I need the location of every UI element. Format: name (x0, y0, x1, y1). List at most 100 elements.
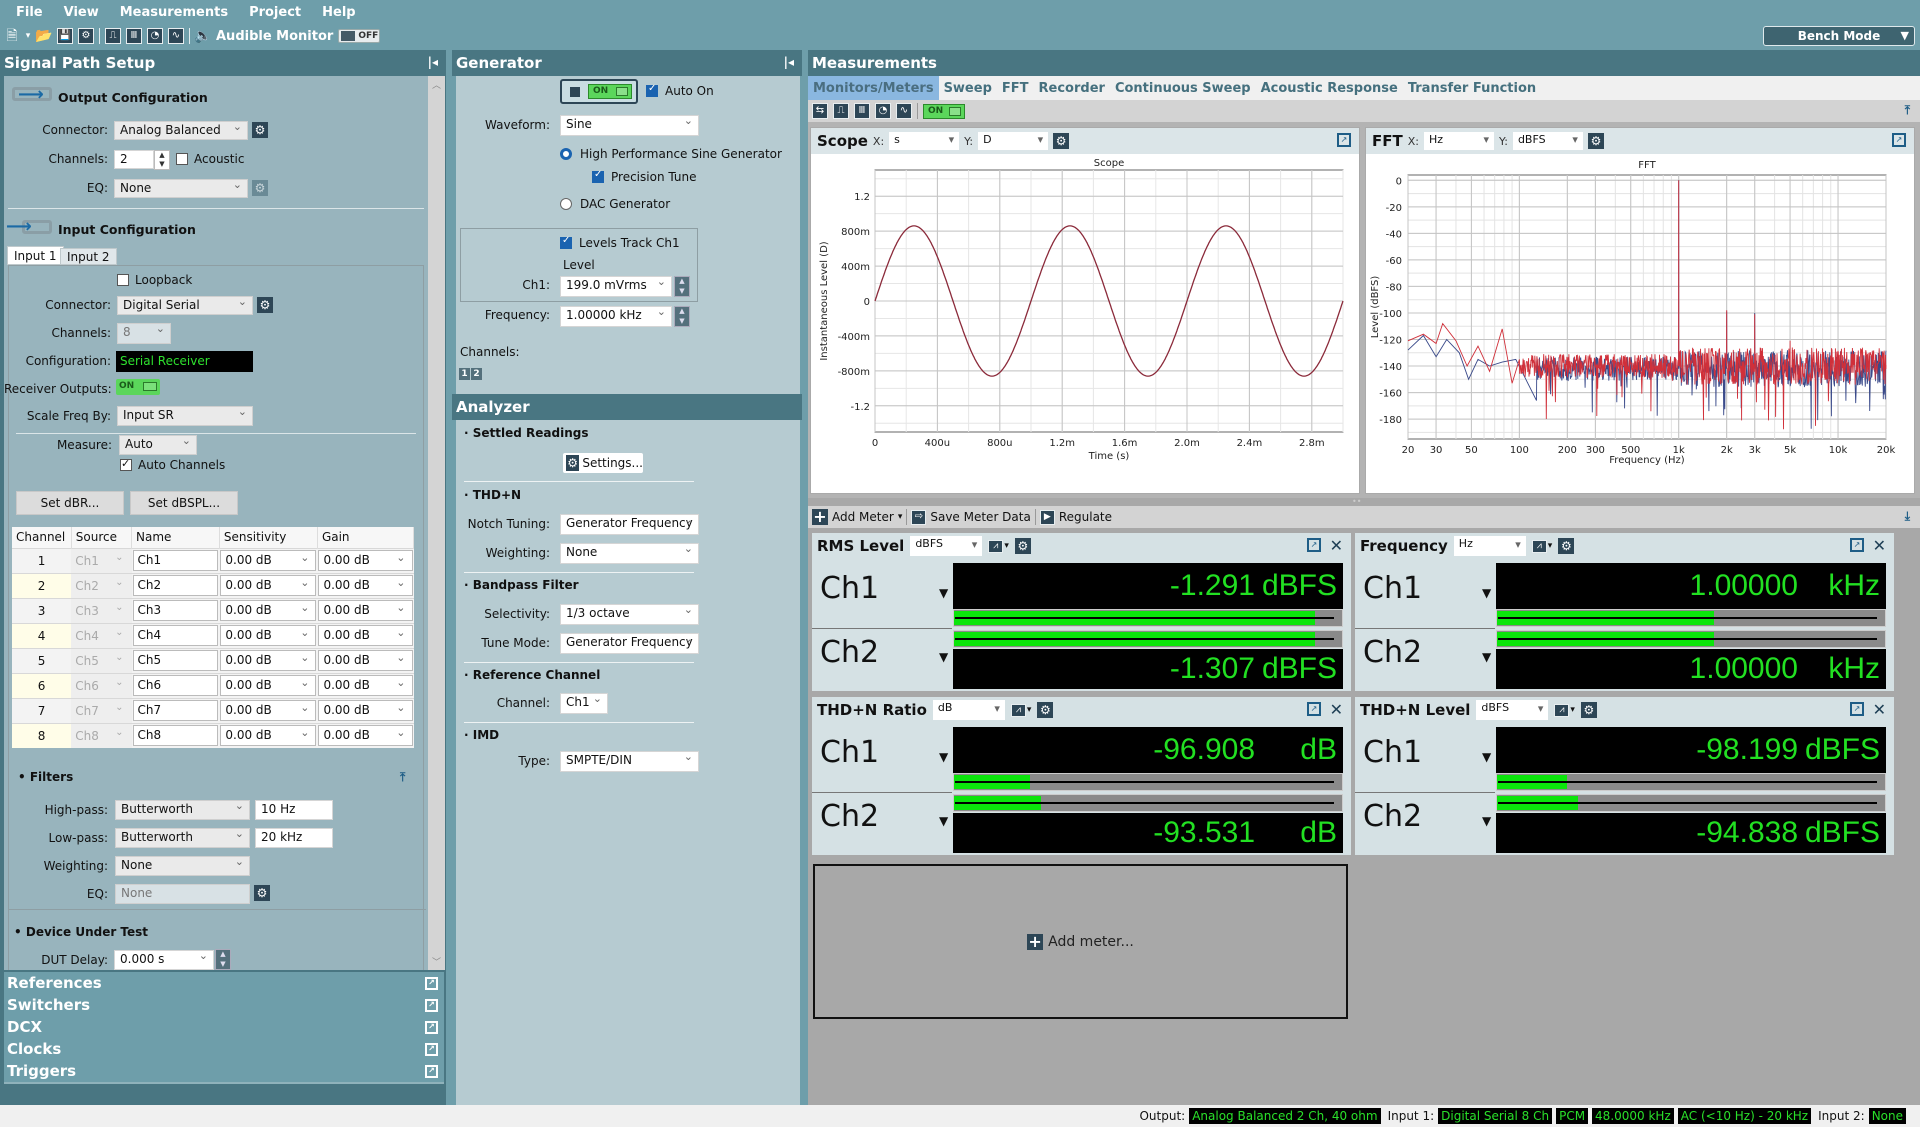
section-triggers[interactable]: Triggers ↗ (4, 1060, 444, 1084)
tab-recorder[interactable]: Recorder (1034, 76, 1110, 100)
new-project-icon[interactable]: 🗎 (4, 28, 20, 44)
meter-unit-select[interactable]: Hz (1453, 536, 1526, 556)
channel-name-input[interactable]: Ch7 (132, 700, 219, 721)
channel-name-input[interactable]: Ch3 (132, 600, 219, 621)
section-references[interactable]: References ↗ (4, 972, 444, 996)
scope-waveform-icon[interactable]: ⎍ (105, 28, 121, 44)
popout-icon[interactable]: ↗ (425, 977, 438, 990)
popout-icon[interactable]: ↗ (425, 1021, 438, 1034)
tab-fft[interactable]: FFT (997, 76, 1034, 100)
output-eq-gear-icon[interactable]: ⚙ (252, 180, 268, 196)
channel-name-input[interactable]: Ch4 (132, 625, 219, 646)
splitter-handle[interactable]: •• (1352, 498, 1372, 506)
generator-power-button[interactable]: ON (560, 79, 638, 104)
scope-popout-icon[interactable]: ↗ (1337, 133, 1351, 147)
output-channels-stepper[interactable]: ▲ ▼ (154, 150, 170, 170)
input-connector-select[interactable]: Digital Serial (117, 296, 253, 315)
measure-select[interactable]: Auto (119, 435, 197, 455)
meter-popout-icon[interactable]: ↗ (1850, 538, 1864, 552)
channel-gain-select[interactable]: 0.00 dB (318, 650, 413, 671)
meter-popout-icon[interactable]: ↗ (1850, 702, 1864, 716)
dut-delay-input[interactable]: 0.000 s (114, 950, 214, 970)
open-project-icon[interactable]: 📂 (35, 28, 52, 44)
regulate-button[interactable]: Regulate (1059, 510, 1112, 524)
chevron-down-icon[interactable]: ▾ (1548, 541, 1553, 551)
weighting-select[interactable]: None (115, 856, 250, 876)
channel-sensitivity-select[interactable]: 0.00 dB (220, 575, 317, 596)
channel-gain-select[interactable]: 0.00 dB (318, 575, 413, 596)
selectivity-select[interactable]: 1/3 octave (560, 604, 699, 625)
signal-path-scrollbar[interactable]: ︿ ﹀ (428, 76, 445, 970)
status-output-value[interactable]: Analog Balanced 2 Ch, 40 ohm (1189, 1108, 1381, 1124)
channel-name-input[interactable]: Ch2 (132, 575, 219, 596)
channel-sensitivity-select[interactable]: 0.00 dB (220, 650, 317, 671)
meter-unit-select[interactable]: dBFS (910, 536, 983, 556)
hp-sine-radio[interactable] (560, 148, 572, 160)
fft-chart[interactable]: 20 30 50 100 200 300 500 1k 2k 3k 5k 10k 20k0-20-40-… (1366, 156, 1914, 493)
scope-y-unit-select[interactable]: D (978, 132, 1049, 150)
chevron-down-icon[interactable]: ▾ (898, 512, 903, 522)
precision-tune-checkbox[interactable] (592, 169, 604, 183)
generator-on-toggle[interactable]: ON (588, 84, 632, 99)
tab-input-2[interactable]: Input 2 (60, 248, 117, 265)
loopback-checkbox[interactable] (117, 274, 129, 286)
auto-channels-checkbox[interactable] (120, 457, 132, 471)
channel-sensitivity-select[interactable]: 0.00 dB (220, 600, 317, 621)
channel-name-input[interactable]: Ch1 (132, 550, 219, 571)
lowpass-freq-input[interactable]: 20 kHz (255, 828, 333, 848)
highpass-freq-input[interactable]: 10 Hz (255, 800, 333, 820)
scope-chart[interactable]: 0 400u 800u 1.2m 1.6m 2.0m 2.4m 2.8m 1.2 800m 400m… (811, 156, 1359, 493)
menu-file[interactable]: File (16, 5, 43, 20)
set-dbr-button[interactable]: Set dBR... (16, 491, 124, 515)
section-switchers[interactable]: Switchers ↗ (4, 994, 444, 1018)
dac-generator-radio[interactable] (560, 198, 572, 210)
scope-waveform-icon[interactable]: ⎍ (833, 103, 849, 119)
mode-selector[interactable]: Bench Mode ▼ (1763, 26, 1915, 46)
monitor-on-toggle[interactable]: ON (923, 103, 965, 119)
save-project-icon[interactable]: 💾 (57, 28, 73, 44)
channel-sensitivity-select[interactable]: 0.00 dB (220, 625, 317, 646)
ch1-level-stepper[interactable]: ▲ ▼ (674, 276, 690, 297)
frequency-input[interactable]: 1.00000 kHz (560, 306, 672, 327)
fft-settings-gear-icon[interactable]: ⚙ (1587, 133, 1604, 149)
channel-name-input[interactable]: Ch8 (132, 725, 219, 747)
meter-settings-gear-icon[interactable]: ⚙ (1580, 702, 1597, 718)
waveform-select[interactable]: Sine (560, 115, 699, 136)
acoustic-checkbox[interactable] (176, 153, 188, 165)
channel-name-input[interactable]: Ch5 (132, 650, 219, 671)
chevron-down-icon[interactable]: ▾ (1027, 705, 1032, 715)
ref-channel-select[interactable]: Ch1 (560, 693, 608, 714)
meter-settings-gear-icon[interactable]: ⚙ (1558, 538, 1575, 554)
clock-icon[interactable]: ◔ (875, 103, 891, 119)
swap-icon[interactable]: ⇆ (812, 103, 828, 119)
dut-delay-stepper[interactable]: ▲ ▼ (215, 949, 231, 970)
chevron-down-icon[interactable]: ▾ (1004, 541, 1009, 551)
section-dcx[interactable]: DCX ↗ (4, 1016, 444, 1040)
tab-transfer-function[interactable]: Transfer Function (1403, 76, 1541, 100)
channel-menu-icon[interactable]: ▼ (939, 814, 948, 828)
channel-gain-select[interactable]: 0.00 dB (318, 675, 413, 696)
collapse-section-icon[interactable]: ⤒ (1905, 103, 1910, 118)
ch1-level-input[interactable]: 199.0 mVrms (560, 276, 672, 297)
configuration-value[interactable]: Serial Receiver (116, 351, 253, 372)
settled-settings-button[interactable]: ⚙ Settings... (563, 453, 643, 473)
audible-monitor-toggle[interactable]: OFF (338, 29, 381, 43)
channel-menu-icon[interactable]: ▼ (1482, 750, 1491, 764)
tab-continuous-sweep[interactable]: Continuous Sweep (1110, 76, 1256, 100)
meter-unit-select[interactable]: dB (932, 700, 1005, 720)
popout-icon[interactable]: ↗ (425, 1065, 438, 1078)
input-eq-gear-icon[interactable]: ⚙ (254, 885, 270, 901)
scroll-up-icon[interactable]: ︿ (432, 78, 441, 91)
channel-menu-icon[interactable]: ▼ (939, 650, 948, 664)
settings-gear-icon[interactable]: ⚙ (78, 28, 94, 44)
section-clocks[interactable]: Clocks ↗ (4, 1038, 444, 1062)
scope-x-unit-select[interactable]: s (889, 132, 960, 150)
input-connector-gear-icon[interactable]: ⚙ (257, 297, 273, 313)
graph-type-icon[interactable]: ⩘ (1010, 703, 1026, 717)
meter-close-icon[interactable]: ✕ (1873, 536, 1886, 555)
output-channels-input[interactable]: 2 (114, 150, 154, 169)
output-connector-gear-icon[interactable]: ⚙ (252, 122, 268, 138)
gen-channel-2-button[interactable]: 2 (471, 368, 482, 380)
add-trace-icon[interactable]: ∿ (168, 28, 184, 44)
channel-menu-icon[interactable]: ▼ (1482, 814, 1491, 828)
